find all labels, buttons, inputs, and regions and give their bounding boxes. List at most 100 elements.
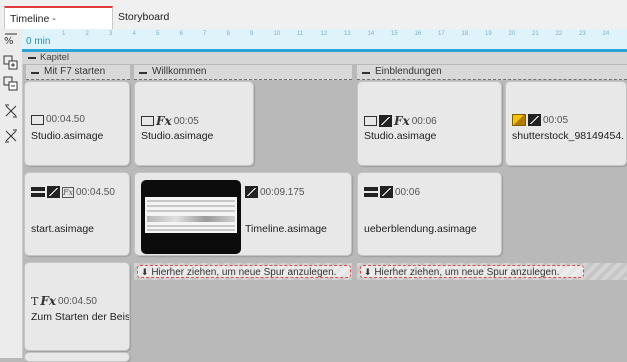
drop-zone-text: Hierher ziehen, um neue Spur anzulegen.	[374, 267, 560, 278]
photo-thumbnail-icon	[512, 114, 526, 126]
ruler-tick: 16	[414, 31, 422, 37]
ruler-tick: 15	[391, 31, 398, 37]
trim-icon[interactable]	[3, 128, 19, 144]
ruler-tick: 4	[132, 31, 136, 37]
text-bar-icon	[364, 187, 378, 197]
collapse-chapter-icon[interactable]	[31, 72, 39, 74]
ruler-tick: 1	[62, 31, 66, 37]
clip-start[interactable]: Fx 00:04.50 start.asimage	[24, 172, 130, 256]
collapse-chapter-icon[interactable]	[139, 72, 147, 74]
clip-meta: Fx 00:04.50	[31, 186, 115, 198]
ruler-tick: 5	[156, 31, 160, 37]
clip-duration: 00:04.50	[46, 114, 85, 125]
down-arrow-icon: ⬇	[364, 267, 372, 277]
ruler-tick: 12	[320, 31, 328, 37]
clip-filename: shutterstock_98149454.	[512, 130, 625, 142]
fit-icon[interactable]	[3, 103, 19, 119]
drop-zone-new-track[interactable]: ⬇ Hierher ziehen, um neue Spur anzulegen…	[134, 263, 352, 280]
ruler-tick: 19	[485, 31, 492, 37]
clip-meta: Fx 00:05	[141, 114, 199, 128]
clip-studio-2[interactable]: Fx 00:05 Studio.asimage	[134, 81, 254, 166]
ruler-tick: 10	[273, 31, 281, 37]
ruler-tick: 20	[508, 31, 516, 37]
ruler-tick: 2	[85, 31, 89, 37]
image-icon	[141, 116, 154, 126]
drop-zone-hint: ⬇ Hierher ziehen, um neue Spur anzulegen…	[137, 265, 351, 278]
ruler-tick: 7	[203, 31, 207, 37]
chapter-einblendungen[interactable]: Einblendungen	[357, 65, 627, 80]
transition-icon	[380, 186, 393, 198]
tab-bar: Timeline - Spuransicht Storyboard	[0, 0, 627, 48]
clip-duration: 00:06	[395, 186, 421, 198]
clip-thumbnail	[141, 180, 241, 254]
clip-duration: 00:06	[411, 115, 437, 127]
clip-filename: Studio.asimage	[364, 130, 437, 142]
drop-zone-new-track[interactable]: ⬇ Hierher ziehen, um neue Spur anzulegen…	[357, 263, 627, 280]
text-bar-icon	[31, 187, 45, 197]
clip-filename: start.asimage	[31, 223, 95, 235]
ruler-tick: 22	[555, 31, 563, 37]
effect-fx-icon: Fx	[40, 294, 57, 308]
transition-icon	[528, 114, 541, 126]
effect-fx-icon: Fx	[62, 186, 74, 198]
clip-filename: Timeline.asimage	[245, 223, 327, 235]
ruler-tick: 8	[226, 31, 230, 37]
clip-meta: 00:06	[364, 186, 420, 198]
clip-meta: Fx 00:06	[364, 114, 437, 128]
clip-ueberblendung[interactable]: 00:06 ueberblendung.asimage	[357, 172, 502, 256]
timeline-toolbar: %	[0, 29, 23, 358]
ruler-unit-label: 0 min	[26, 36, 51, 47]
clip-duration: 00:04.50	[76, 186, 115, 198]
clip-studio-1[interactable]: 00:04.50 Studio.asimage	[24, 81, 130, 166]
ruler-tick: 21	[532, 31, 539, 37]
tab-storyboard[interactable]: Storyboard	[113, 6, 173, 29]
clip-studio-3[interactable]: Fx 00:06 Studio.asimage	[357, 81, 502, 166]
image-icon	[31, 114, 44, 125]
ruler-tick: 24	[602, 31, 610, 37]
chapter-mit-f7-starten[interactable]: Mit F7 starten	[26, 65, 130, 80]
clip-meta: 00:05	[512, 114, 568, 126]
clip-meta: 00:09.175	[245, 186, 305, 198]
ruler-tick: 23	[579, 31, 586, 37]
chapter-label: Einblendungen	[375, 66, 442, 77]
ruler-tick: 6	[179, 31, 183, 37]
clip-next-partial[interactable]	[24, 352, 130, 362]
clip-shutterstock[interactable]: 00:05 shutterstock_98149454.	[505, 81, 627, 166]
drop-zone-text: Hierher ziehen, um neue Spur anzulegen.	[151, 267, 337, 278]
ruler-tick: 3	[109, 31, 113, 37]
svg-text:%: %	[4, 36, 14, 47]
ruler-tick: 14	[367, 31, 375, 37]
chapter-willkommen[interactable]: Willkommen	[134, 65, 352, 80]
ruler-tick: 9	[250, 31, 254, 37]
drop-zone-hint: ⬇ Hierher ziehen, um neue Spur anzulegen…	[360, 265, 584, 278]
collapse-kapitel-icon[interactable]	[28, 57, 36, 59]
chapter-label: Willkommen	[152, 66, 207, 77]
clip-duration: 00:09.175	[260, 186, 305, 198]
tab-timeline[interactable]: Timeline - Spuransicht	[4, 6, 113, 48]
collapse-chapter-icon[interactable]	[362, 72, 370, 74]
expand-tracks-icon[interactable]	[3, 55, 19, 71]
text-icon: T	[31, 294, 39, 308]
clip-filename: Studio.asimage	[31, 130, 104, 142]
image-icon	[364, 116, 377, 126]
down-arrow-icon: ⬇	[141, 267, 149, 277]
ruler-tick: 13	[344, 31, 351, 37]
ruler-tick: 11	[297, 31, 304, 37]
time-ruler[interactable]: 0 min 1 2 3 4 5 6 7 8 9 10 11 12 13 14 15 16 17 18 19 20 21 2…	[22, 29, 627, 52]
transition-icon	[47, 186, 60, 198]
kapitel-track[interactable]: Kapitel	[22, 52, 627, 64]
chapter-label: Mit F7 starten	[44, 66, 106, 77]
collapse-tracks-icon[interactable]	[3, 76, 19, 92]
zoom-icon[interactable]: %	[3, 32, 19, 48]
transition-icon	[245, 186, 258, 198]
ruler-tick: 18	[461, 31, 469, 37]
clip-meta: 00:04.50	[31, 114, 85, 125]
clip-zum-starten[interactable]: T Fx 00:04.50 Zum Starten der Beis	[24, 262, 130, 351]
kapitel-label: Kapitel	[40, 52, 70, 63]
thumbnail-screen	[145, 197, 237, 233]
clip-filename: Studio.asimage	[141, 130, 214, 142]
effect-fx-icon: Fx	[394, 114, 410, 128]
transition-icon	[379, 115, 392, 127]
clip-duration: 00:05	[543, 114, 569, 126]
clip-duration: 00:04.50	[58, 295, 97, 307]
